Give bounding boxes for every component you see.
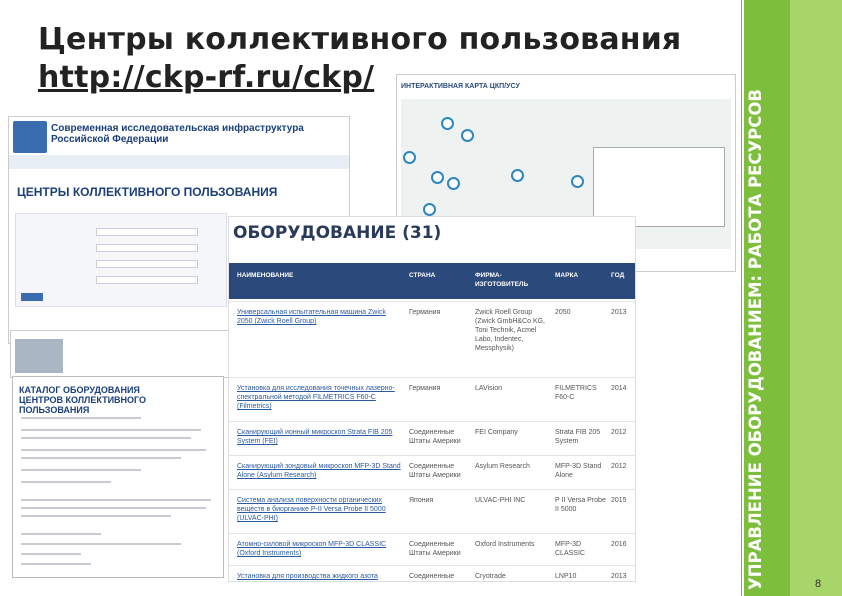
- cell-year: 2013: [611, 573, 627, 580]
- table-row: Универсальная испытательная машина Zwick…: [229, 301, 635, 378]
- map-pin[interactable]: [403, 151, 416, 164]
- cell-country: Соединенные Штаты Америки: [409, 541, 461, 557]
- cell-country: Германия: [409, 309, 441, 316]
- catalog-line: [21, 417, 141, 419]
- catalog-title: КАТАЛОГ ОБОРУДОВАНИЯ ЦЕНТРОВ КОЛЛЕКТИВНО…: [19, 385, 147, 415]
- map-title: ИНТЕРАКТИВНАЯ КАРТА ЦКП/УСУ: [401, 83, 520, 90]
- cell-country: Соединенные Штаты Америки: [409, 573, 455, 580]
- catalog-line: [21, 507, 206, 509]
- equipment-table-header: НАИМЕНОВАНИЕ СТРАНА ФИРМА-ИЗГОТОВИТЕЛЬ М…: [229, 263, 635, 299]
- side-divider: [742, 0, 744, 596]
- form-field-2[interactable]: [96, 244, 198, 252]
- cell-year: 2012: [611, 429, 627, 436]
- ckp-photo: [15, 339, 63, 373]
- page-number: 8: [815, 578, 822, 590]
- map-pin[interactable]: [447, 177, 460, 190]
- cell-model: FILMETRICS F60-C: [555, 385, 597, 401]
- map-pin[interactable]: [441, 117, 454, 130]
- cell-maker: Cryotrade: [475, 573, 506, 580]
- catalog-line: [21, 457, 181, 459]
- catalog-line: [21, 515, 171, 517]
- catalog-line: [21, 553, 81, 555]
- catalog-line: [21, 449, 206, 451]
- catalog-line: [21, 437, 191, 439]
- form-field-3[interactable]: [96, 260, 198, 268]
- catalog-line: [21, 429, 201, 431]
- cell-maker: LAVision: [475, 385, 502, 392]
- cell-name[interactable]: Универсальная испытательная машина Zwick…: [237, 308, 401, 326]
- cell-country: Соединенные Штаты Америки: [409, 463, 461, 479]
- slide-title: Центры коллективного пользования: [38, 22, 682, 57]
- map-popup: [593, 147, 725, 227]
- col-country[interactable]: СТРАНА: [409, 271, 435, 280]
- cell-year: 2015: [611, 497, 627, 504]
- cell-maker: Zwick Roell Group (Zwick GmbH&Co KG, Ton…: [475, 309, 546, 352]
- equipment-panel: ОБОРУДОВАНИЕ (31) НАИМЕНОВАНИЕ СТРАНА ФИ…: [228, 216, 636, 582]
- map-pin[interactable]: [511, 169, 524, 182]
- cell-name[interactable]: Установка для исследования точечных лазе…: [237, 384, 401, 411]
- table-row: Система анализа поверхности органических…: [229, 489, 635, 534]
- table-row: Установка для исследования точечных лазе…: [229, 377, 635, 422]
- cell-year: 2012: [611, 463, 627, 470]
- cell-maker: ULVAC-PHI INC: [475, 497, 526, 504]
- site-nav: [9, 155, 349, 169]
- form-field-4[interactable]: [96, 276, 198, 284]
- catalog-line: [21, 543, 181, 545]
- cell-country: Германия: [409, 385, 441, 392]
- side-label: УПРАВЛЕНИЕ ОБОРУДОВАНИЕМ: РАБОТА РЕСУРСО…: [746, 89, 765, 590]
- catalog-screenshot: КАТАЛОГ ОБОРУДОВАНИЯ ЦЕНТРОВ КОЛЛЕКТИВНО…: [12, 376, 224, 578]
- table-row: Атомно-силовой микроскоп MFP-3D CLASSIC …: [229, 533, 635, 566]
- site-page-title: ЦЕНТРЫ КОЛЛЕКТИВНОГО ПОЛЬЗОВАНИЯ: [17, 185, 278, 199]
- site-search-form: [15, 213, 227, 307]
- cell-maker: Oxford Instruments: [475, 541, 535, 548]
- site-header: Современная исследовательская инфраструк…: [51, 123, 304, 145]
- map-pin[interactable]: [423, 203, 436, 216]
- map-pin[interactable]: [571, 175, 584, 188]
- cell-model: P II Versa Probe II 5000: [555, 497, 606, 513]
- cell-maker: FEI Company: [475, 429, 518, 436]
- cell-model: MFP-3D Stand Alone: [555, 463, 602, 479]
- catalog-line: [21, 499, 211, 501]
- cell-model: 2050: [555, 309, 571, 316]
- site-logo-icon: [13, 121, 47, 153]
- side-panel-accent: [790, 0, 842, 596]
- ckp-card-screenshot: [10, 330, 232, 378]
- cell-year: 2016: [611, 541, 627, 548]
- form-field-1[interactable]: [96, 228, 198, 236]
- cell-name[interactable]: Установка для производства жидкого азота: [237, 572, 401, 581]
- cell-name[interactable]: Сканирующий зондовый микроскоп MFP-3D St…: [237, 462, 401, 480]
- table-row: Установка для производства жидкого азота…: [229, 565, 635, 581]
- table-row: Сканирующий зондовый микроскоп MFP-3D St…: [229, 455, 635, 490]
- col-name[interactable]: НАИМЕНОВАНИЕ: [237, 271, 293, 280]
- cell-name[interactable]: Атомно-силовой микроскоп MFP-3D CLASSIC …: [237, 540, 401, 558]
- cell-model: LNP10: [555, 573, 577, 580]
- cell-model: MFP-3D CLASSIC: [555, 541, 585, 557]
- cell-maker: Asylum Research: [475, 463, 530, 470]
- cell-country: Соединенные Штаты Америки: [409, 429, 461, 445]
- map-pin[interactable]: [431, 171, 444, 184]
- cell-model: Strata FIB 205 System: [555, 429, 601, 445]
- cell-country: Япония: [409, 497, 434, 504]
- table-row: Сканирующий ионный микроскоп Strata FIB …: [229, 421, 635, 456]
- catalog-line: [21, 533, 101, 535]
- site-search-button[interactable]: [21, 293, 43, 301]
- map-pin[interactable]: [461, 129, 474, 142]
- catalog-line: [21, 563, 91, 565]
- slide-url[interactable]: http://ckp-rf.ru/ckp/: [38, 60, 374, 96]
- cell-year: 2013: [611, 309, 627, 316]
- catalog-line: [21, 481, 111, 483]
- catalog-line: [21, 469, 141, 471]
- equipment-title: ОБОРУДОВАНИЕ (31): [233, 223, 442, 243]
- cell-year: 2014: [611, 385, 627, 392]
- col-year[interactable]: ГОД: [611, 271, 624, 280]
- cell-name[interactable]: Система анализа поверхности органических…: [237, 496, 401, 523]
- col-model[interactable]: МАРКА: [555, 271, 578, 280]
- cell-name[interactable]: Сканирующий ионный микроскоп Strata FIB …: [237, 428, 401, 446]
- col-maker[interactable]: ФИРМА-ИЗГОТОВИТЕЛЬ: [475, 271, 535, 289]
